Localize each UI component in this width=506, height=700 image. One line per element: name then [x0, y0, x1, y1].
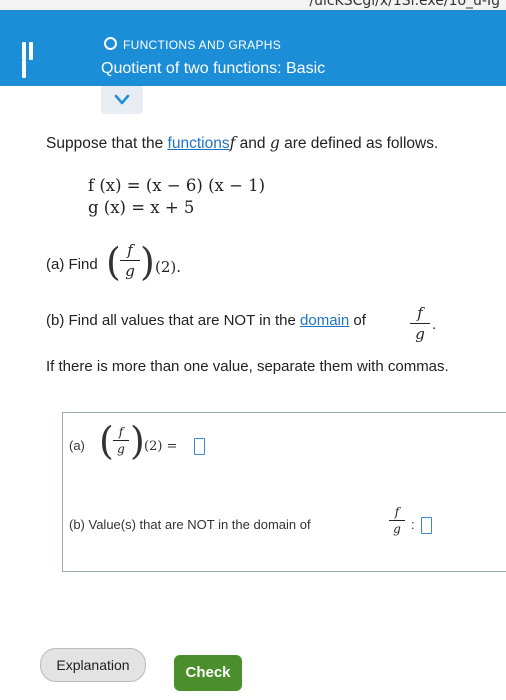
part-a-label: (a) Find	[46, 256, 98, 273]
intro-text: Suppose that the	[46, 135, 164, 152]
intro-g: g	[269, 134, 280, 152]
part-a-fraction: f g	[120, 241, 140, 280]
intro-f: f	[229, 134, 236, 152]
answer-b-numerator: f	[394, 505, 400, 519]
answer-box: (a) ( f g ) (2) = (b) Value(s) that are …	[62, 412, 506, 572]
domain-link[interactable]: domain	[300, 312, 349, 329]
part-b-fraction: f g	[410, 304, 430, 343]
part-a-close-paren: )	[140, 240, 155, 284]
intro-and: and	[239, 135, 266, 152]
answer-a-numerator: f	[118, 425, 124, 439]
part-a-arg: (2).	[155, 258, 182, 276]
url-text: /ulcKSCgi/x/1Sl.exe/1o_u-Ig	[309, 0, 500, 9]
menu-icon[interactable]	[22, 42, 40, 78]
problem-intro: Suppose that the functionsf and g are de…	[46, 134, 438, 153]
topic-label[interactable]: FUNCTIONS AND GRAPHS	[104, 37, 281, 52]
page-title: Quotient of two functions: Basic	[101, 60, 326, 77]
answer-b-input[interactable]	[421, 517, 432, 534]
part-a-open-paren: (	[106, 240, 121, 284]
part-b-denominator: g	[415, 325, 425, 343]
part-b-of: of	[353, 312, 366, 329]
collapse-toggle[interactable]	[101, 86, 143, 114]
part-b-numerator: f	[417, 304, 423, 322]
topic-text: FUNCTIONS AND GRAPHS	[123, 38, 282, 52]
part-b-text: (b) Find all values that are NOT in the	[46, 312, 296, 329]
browser-url-strip: /ulcKSCgi/x/1Sl.exe/1o_u-Ig	[0, 0, 506, 10]
check-button[interactable]: Check	[174, 655, 242, 691]
functions-link[interactable]: functions	[168, 135, 230, 152]
intro-after: are defined as follows.	[284, 135, 439, 152]
answer-a-input[interactable]	[194, 438, 205, 455]
answer-a-fraction: f g	[113, 425, 129, 456]
topic-header: FUNCTIONS AND GRAPHS Quotient of two fun…	[0, 10, 506, 86]
answer-a-open-paren: (	[99, 419, 114, 463]
answer-a-denominator: g	[117, 442, 125, 456]
part-b-question: (b) Find all values that are NOT in the …	[46, 312, 366, 329]
answer-a-label: (a)	[69, 438, 85, 453]
explanation-button[interactable]: Explanation	[40, 648, 146, 682]
part-b-note: If there is more than one value, separat…	[46, 358, 449, 375]
chevron-down-icon	[114, 94, 130, 105]
answer-b-colon: :	[411, 517, 415, 532]
answer-a-arg: (2) =	[144, 439, 178, 454]
answer-b-label: (b) Value(s) that are NOT in the domain …	[69, 517, 311, 532]
topic-circle-icon	[104, 37, 117, 50]
answer-a-close-paren: )	[130, 419, 145, 463]
answer-b-fraction: f g	[389, 505, 405, 536]
part-a-numerator: f	[127, 241, 133, 259]
part-a-question: (a) Find	[46, 256, 98, 273]
equation-f: f (x) = (x − 6) (x − 1)	[88, 176, 266, 195]
part-a-denominator: g	[125, 262, 135, 280]
part-b-period: .	[432, 316, 437, 333]
answer-b-denominator: g	[393, 522, 401, 536]
equation-g: g (x) = x + 5	[88, 198, 195, 217]
